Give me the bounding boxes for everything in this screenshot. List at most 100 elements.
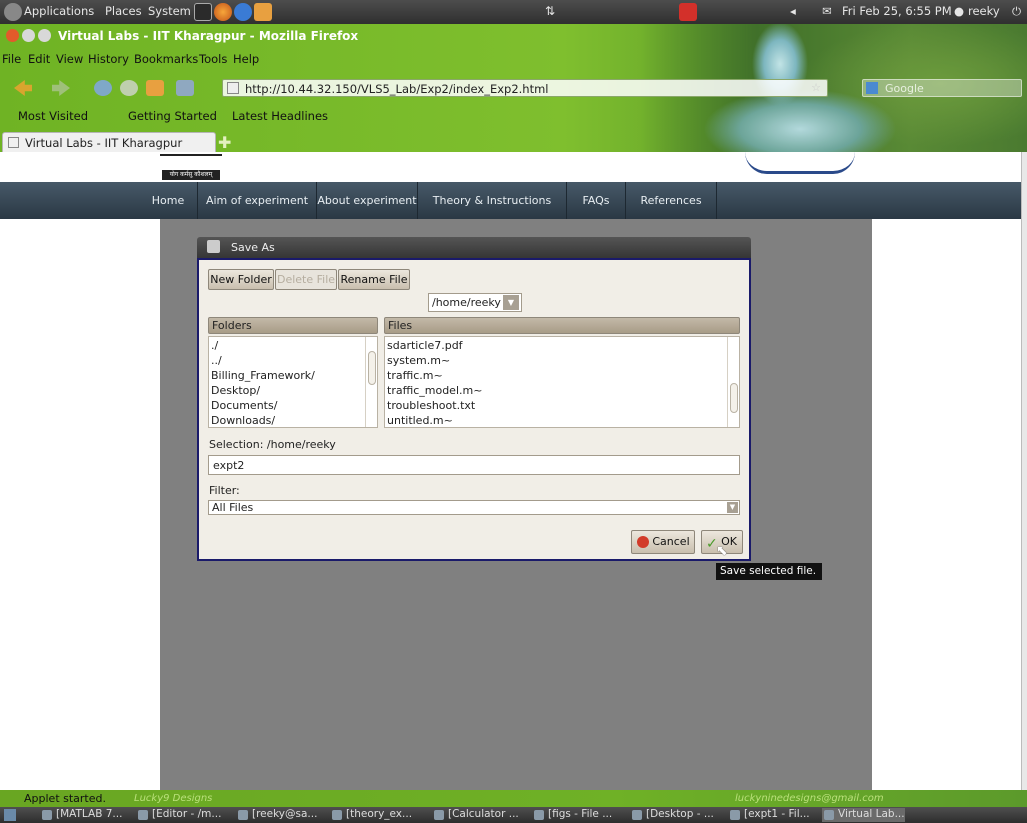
- show-desktop-icon[interactable]: [4, 809, 16, 821]
- firefox-launcher-icon[interactable]: [214, 3, 232, 21]
- taskbar-item[interactable]: [MATLAB 7...: [40, 808, 122, 822]
- taskbar-item[interactable]: [figs - File ...: [532, 808, 612, 822]
- taskbar-item[interactable]: [theory_ex...: [330, 808, 412, 822]
- list-item[interactable]: traffic_model.m~: [387, 384, 482, 397]
- files-scrollbar[interactable]: [727, 337, 739, 427]
- chevron-down-icon[interactable]: ▼: [503, 295, 519, 310]
- dialog-title: Save As: [231, 241, 275, 254]
- rename-file-button[interactable]: Rename File: [338, 269, 410, 290]
- list-item[interactable]: Desktop/: [211, 384, 260, 397]
- selection-input[interactable]: expt2: [208, 455, 740, 475]
- new-tab-icon[interactable]: ✚: [218, 133, 231, 152]
- bookmark-star-icon[interactable]: ☆: [811, 81, 821, 94]
- list-item[interactable]: system.m~: [387, 354, 450, 367]
- list-item[interactable]: troubleshoot.txt: [387, 399, 475, 412]
- menu-edit[interactable]: Edit: [28, 52, 50, 66]
- path-dropdown[interactable]: /home/reeky ▼: [428, 293, 522, 312]
- clock[interactable]: Fri Feb 25, 6:55 PM: [842, 4, 952, 18]
- tab-virtual-labs[interactable]: Virtual Labs - IIT Kharagpur: [2, 132, 216, 152]
- filter-dropdown[interactable]: All Files ▼: [208, 500, 740, 515]
- list-item[interactable]: sdarticle7.pdf: [387, 339, 463, 352]
- user-icon[interactable]: ●: [954, 4, 964, 18]
- cancel-button[interactable]: Cancel: [631, 530, 695, 554]
- list-item[interactable]: Downloads/: [211, 414, 275, 427]
- panel-menu-places[interactable]: Places: [105, 4, 142, 18]
- nav-faqs[interactable]: FAQs: [567, 182, 625, 219]
- tab-title: Virtual Labs - IIT Kharagpur: [25, 136, 183, 150]
- taskbar-item-active[interactable]: Virtual Lab...: [822, 808, 905, 822]
- menu-file[interactable]: File: [2, 52, 21, 66]
- help-launcher-icon[interactable]: [234, 3, 252, 21]
- menu-history[interactable]: History: [88, 52, 129, 66]
- site-identity-icon[interactable]: [227, 82, 239, 94]
- mouse-cursor-icon: ⬉: [716, 543, 728, 559]
- top-panel: Applications Places System ⇅ ◂ ✉ Fri Feb…: [0, 0, 1027, 24]
- url-bar[interactable]: http://10.44.32.150/VLS5_Lab/Exp2/index_…: [222, 79, 828, 97]
- mail-icon[interactable]: ✉: [822, 4, 832, 18]
- menu-help[interactable]: Help: [233, 52, 259, 66]
- minimize-window-icon[interactable]: [22, 29, 35, 42]
- back-icon[interactable]: [14, 80, 32, 96]
- list-item[interactable]: traffic.m~: [387, 369, 443, 382]
- taskbar-item[interactable]: [Desktop - ...: [630, 808, 714, 822]
- url-text[interactable]: http://10.44.32.150/VLS5_Lab/Exp2/index_…: [245, 82, 549, 96]
- menu-tools[interactable]: Tools: [199, 52, 227, 66]
- list-item[interactable]: ./: [211, 339, 218, 352]
- scroll-thumb[interactable]: [368, 351, 376, 385]
- dialog-body: New Folder Delete File Rename File /home…: [197, 258, 751, 561]
- list-item[interactable]: untitled.m~: [387, 414, 453, 427]
- power-icon[interactable]: ⏻: [1012, 4, 1021, 19]
- panel-menu-system[interactable]: System: [148, 4, 191, 18]
- volume-icon[interactable]: ◂: [790, 4, 796, 18]
- nav-aim[interactable]: Aim of experiment: [198, 182, 316, 219]
- credit-right: luckyninedesigns@gmail.com: [735, 793, 884, 804]
- nav-about[interactable]: About experiment: [317, 182, 417, 219]
- page-scrollbar[interactable]: [1021, 152, 1027, 790]
- files-list[interactable]: sdarticle7.pdf system.m~ traffic.m~ traf…: [384, 336, 740, 428]
- network-icon[interactable]: ⇅: [545, 4, 555, 18]
- search-engine-icon[interactable]: [866, 82, 878, 94]
- nav-theory[interactable]: Theory & Instructions: [418, 182, 566, 219]
- scroll-thumb[interactable]: [730, 383, 738, 413]
- page-left-margin: [0, 219, 160, 790]
- home-icon[interactable]: [146, 80, 164, 96]
- panel-menu-applications[interactable]: Applications: [24, 4, 94, 18]
- user-name[interactable]: reeky: [968, 4, 1000, 18]
- folders-list[interactable]: ./ ../ Billing_Framework/ Desktop/ Docum…: [208, 336, 378, 428]
- bookmark-most-visited[interactable]: Most Visited: [18, 109, 88, 123]
- bookmark-latest-headlines[interactable]: Latest Headlines: [232, 109, 328, 123]
- delete-file-button[interactable]: Delete File: [275, 269, 337, 290]
- taskbar-item[interactable]: [Editor - /m...: [136, 808, 221, 822]
- folders-scrollbar[interactable]: [365, 337, 377, 427]
- menu-bookmarks[interactable]: Bookmarks: [134, 52, 198, 66]
- gnome-foot-icon[interactable]: [4, 3, 22, 21]
- menu-view[interactable]: View: [56, 52, 83, 66]
- download-icon[interactable]: [176, 80, 194, 96]
- list-item[interactable]: ../: [211, 354, 222, 367]
- maximize-window-icon[interactable]: [38, 29, 51, 42]
- folders-header: Folders: [208, 317, 378, 334]
- list-item[interactable]: Billing_Framework/: [211, 369, 315, 382]
- nav-references[interactable]: References: [626, 182, 716, 219]
- reload-icon[interactable]: [94, 80, 112, 96]
- filter-label: Filter:: [209, 484, 240, 497]
- chevron-down-icon[interactable]: ▼: [727, 502, 738, 513]
- taskbar-item[interactable]: [expt1 - Fil...: [728, 808, 810, 822]
- taskbar-item[interactable]: [Calculator ...: [432, 808, 519, 822]
- list-item[interactable]: Documents/: [211, 399, 277, 412]
- terminal-launcher-icon[interactable]: [194, 3, 212, 21]
- forward-icon[interactable]: [52, 80, 70, 96]
- nav-home[interactable]: Home: [140, 182, 196, 219]
- new-folder-button[interactable]: New Folder: [208, 269, 274, 290]
- selection-label: Selection: /home/reeky: [209, 438, 336, 451]
- update-icon[interactable]: [679, 3, 697, 21]
- close-window-icon[interactable]: [6, 29, 19, 42]
- dialog-titlebar[interactable]: Save As: [197, 237, 751, 258]
- ok-tooltip: Save selected file.: [716, 563, 822, 580]
- site-nav: Home Aim of experiment About experiment …: [0, 182, 1022, 219]
- stop-icon[interactable]: [120, 80, 138, 96]
- search-bar[interactable]: Google ⌕: [862, 79, 1022, 97]
- taskbar-item[interactable]: [reeky@sa...: [236, 808, 317, 822]
- bookmark-getting-started[interactable]: Getting Started: [128, 109, 217, 123]
- user-launcher-icon[interactable]: [254, 3, 272, 21]
